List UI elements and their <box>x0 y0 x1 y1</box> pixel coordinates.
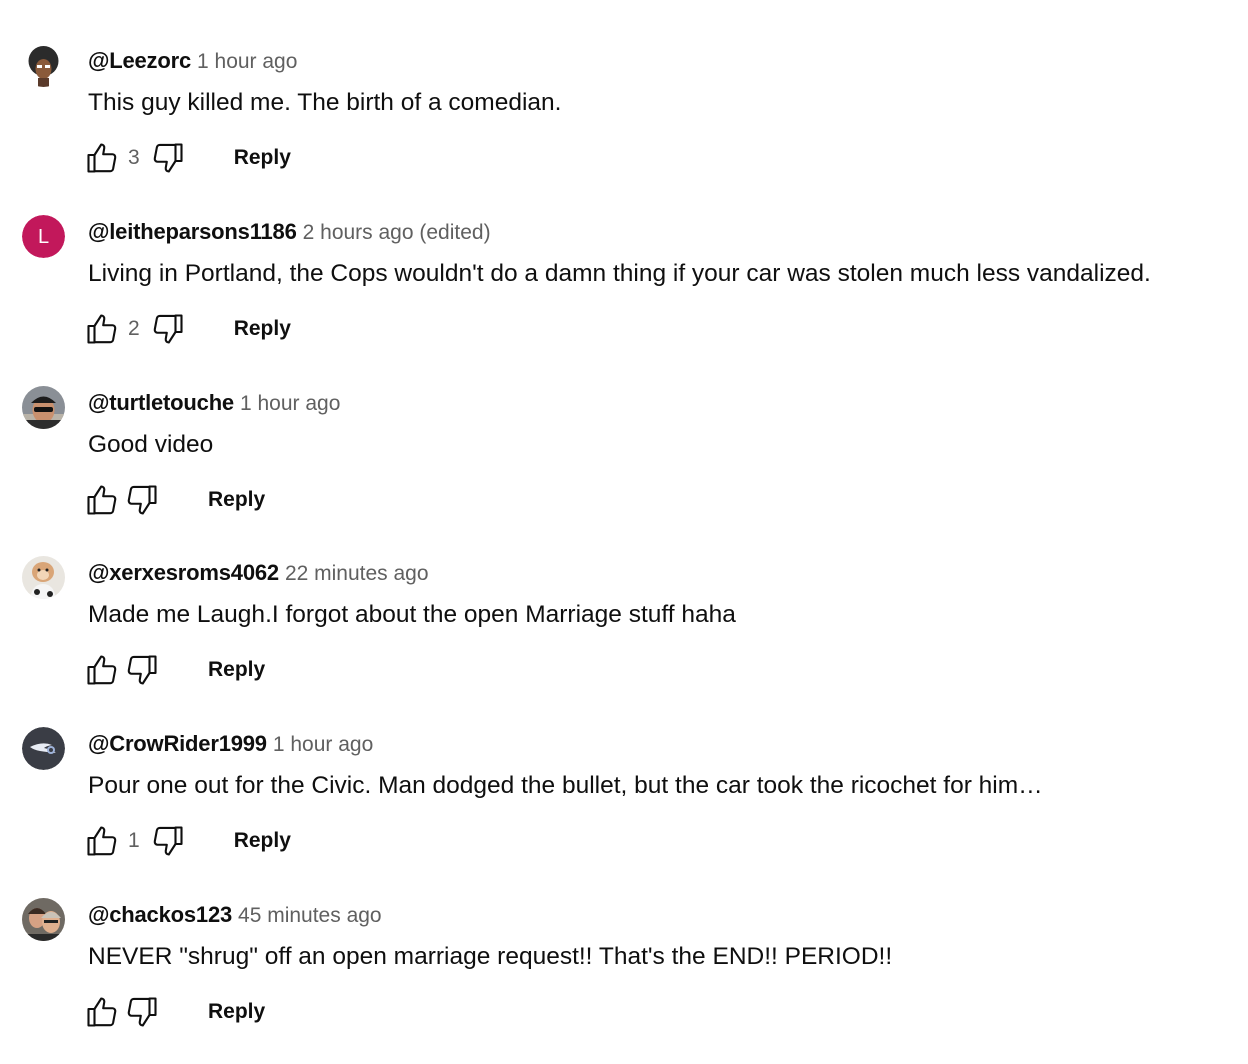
author-name[interactable]: @CrowRider1999 <box>88 731 267 756</box>
comment-text: Living in Portland, the Cops wouldn't do… <box>88 260 1151 287</box>
comment-header: @turtletouche 1 hour ago <box>88 388 340 418</box>
comment-item: @turtletouche 1 hour ago Good video Reply <box>0 342 1248 515</box>
author-name[interactable]: @leitheparsons1186 <box>88 219 297 244</box>
avatar[interactable] <box>22 898 65 941</box>
comment-time[interactable]: 1 hour ago <box>197 50 297 73</box>
like-count: 1 <box>128 829 140 852</box>
comment-text: Made me Laugh.I forgot about the open Ma… <box>88 601 736 628</box>
avatar[interactable] <box>22 44 65 87</box>
avatar[interactable] <box>22 727 65 770</box>
comment-time[interactable]: 45 minutes ago <box>238 904 382 927</box>
thumbs-down-icon[interactable] <box>122 992 162 1032</box>
comment-item: @chackos123 45 minutes ago NEVER "shrug" o… <box>0 854 1248 1027</box>
thumbs-up-icon[interactable] <box>82 992 122 1032</box>
comment-header: @CrowRider1999 1 hour ago <box>88 729 373 759</box>
avatar-letter: L <box>38 226 49 248</box>
comment-time[interactable]: 1 hour ago <box>240 392 340 415</box>
comments-list: @Leezorc 1 hour ago This guy killed me. Th… <box>0 0 1248 1064</box>
author-name[interactable]: @turtletouche <box>88 390 234 415</box>
comment-header: @Leezorc 1 hour ago <box>88 46 297 76</box>
avatar[interactable] <box>22 556 65 599</box>
comment-header: @chackos123 45 minutes ago <box>88 900 382 930</box>
like-count: 2 <box>128 317 140 340</box>
author-name[interactable]: @chackos123 <box>88 902 232 927</box>
comment-item: L @leitheparsons1186 2 hours ago (edited) L… <box>0 171 1248 344</box>
like-count: 3 <box>128 146 140 169</box>
comment-text: Good video <box>88 431 214 458</box>
comment-header: @xerxesroms4062 22 minutes ago <box>88 558 429 588</box>
comment-text: NEVER "shrug" off an open marriage reque… <box>88 943 893 970</box>
comment-item: @Leezorc 1 hour ago This guy killed me. Th… <box>0 0 1248 173</box>
author-name[interactable]: @xerxesroms4062 <box>88 560 279 585</box>
comment-time[interactable]: 2 hours ago (edited) <box>303 221 491 244</box>
comment-text: Pour one out for the Civic. Man dodged t… <box>88 772 1043 799</box>
comment-actions: Reply <box>82 990 269 1034</box>
comment-time[interactable]: 22 minutes ago <box>285 562 429 585</box>
reply-button[interactable]: Reply <box>204 994 269 1030</box>
comment-text: This guy killed me. The birth of a comed… <box>88 89 562 116</box>
comment-item: @xerxesroms4062 22 minutes ago Made me Lau… <box>0 512 1248 685</box>
comment-item: @CrowRider1999 1 hour ago Pour one out for… <box>0 683 1248 856</box>
comment-header: @leitheparsons1186 2 hours ago (edited) <box>88 217 491 247</box>
avatar[interactable]: L <box>22 215 65 258</box>
comment-time[interactable]: 1 hour ago <box>273 733 373 756</box>
avatar[interactable] <box>22 386 65 429</box>
author-name[interactable]: @Leezorc <box>88 48 191 73</box>
